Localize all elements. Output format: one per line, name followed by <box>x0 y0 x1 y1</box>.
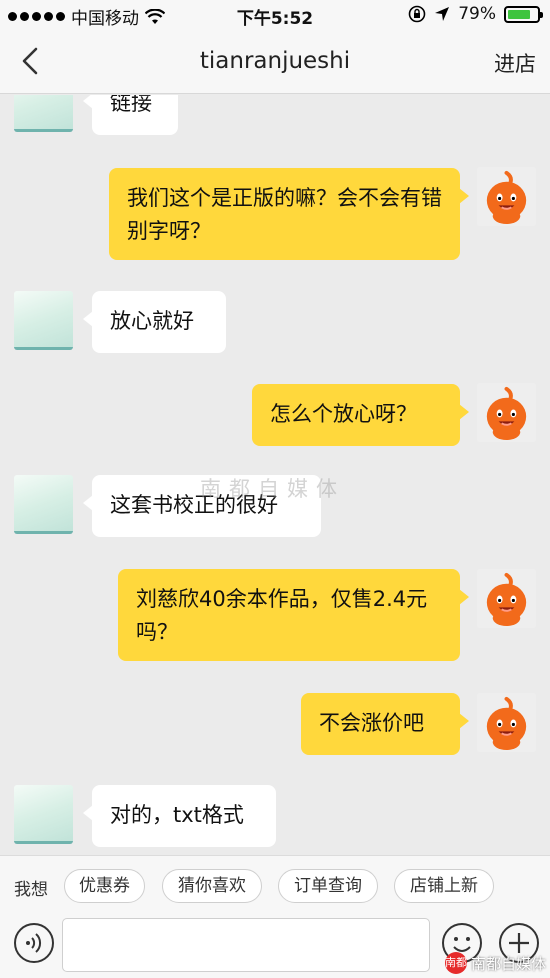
quick-reply-bar: 我想 优惠券 猜你喜欢 订单查询 店铺上新 <box>0 855 550 915</box>
chat-area[interactable]: 链接 我们这个是正版的嘛？会不会有错别字呀？ 放心就好 怎么个放心呀？ 这套书校… <box>0 95 550 855</box>
seller-avatar[interactable] <box>14 475 73 534</box>
battery-icon <box>504 5 543 23</box>
status-right: 79% <box>408 4 543 24</box>
brand-logo-icon: 南都 <box>444 952 467 974</box>
message-bubble-me[interactable]: 我们这个是正版的嘛？会不会有错别字呀？ <box>109 168 469 260</box>
rotation-lock-icon <box>408 5 426 23</box>
status-bar: 中国移动 下午5:52 79% <box>0 0 550 30</box>
brand-watermark-text: 南都自媒体 <box>470 954 546 973</box>
message-bubble-seller[interactable]: 链接 <box>83 95 178 135</box>
quick-chip-order-query[interactable]: 订单查询 <box>278 869 378 903</box>
message-bubble-seller[interactable]: 对的，txt格式 <box>83 785 276 847</box>
message-bubble-seller[interactable]: 放心就好 <box>83 291 226 353</box>
quick-chip-shop-new[interactable]: 店铺上新 <box>394 869 494 903</box>
voice-icon[interactable] <box>14 923 54 963</box>
user-avatar-mascot-icon[interactable] <box>477 569 536 628</box>
location-icon <box>435 7 450 21</box>
chat-title: tianranjueshi <box>199 48 351 74</box>
message-bubble-me[interactable]: 怎么个放心呀？ <box>252 384 469 446</box>
nav-bar: tianranjueshi 进店 <box>0 30 550 94</box>
message-input[interactable] <box>62 918 430 972</box>
seller-avatar[interactable] <box>14 95 73 132</box>
battery-fill <box>508 9 531 19</box>
seller-avatar[interactable] <box>14 291 73 350</box>
battery-percent: 79% <box>458 4 496 24</box>
quick-reply-label: 我想 <box>14 880 48 900</box>
quick-chip-coupon[interactable]: 优惠券 <box>64 869 145 903</box>
voice-waves-icon <box>26 933 42 953</box>
quick-chip-guess-you-like[interactable]: 猜你喜欢 <box>162 869 262 903</box>
brand-watermark: 南都 南都自媒体 <box>444 952 546 974</box>
user-avatar-mascot-icon[interactable] <box>477 167 536 226</box>
watermark-text: 南都自媒体 <box>200 477 345 501</box>
message-bubble-me[interactable]: 不会涨价吧 <box>301 693 469 755</box>
message-bubble-me[interactable]: 刘慈欣40余本作品，仅售2.4元吗？ <box>118 569 469 661</box>
enter-shop-button[interactable]: 进店 <box>494 48 536 78</box>
user-avatar-mascot-icon[interactable] <box>477 693 536 752</box>
input-bar: 南都 南都自媒体 <box>0 915 550 978</box>
seller-avatar[interactable] <box>14 785 73 844</box>
user-avatar-mascot-icon[interactable] <box>477 383 536 442</box>
